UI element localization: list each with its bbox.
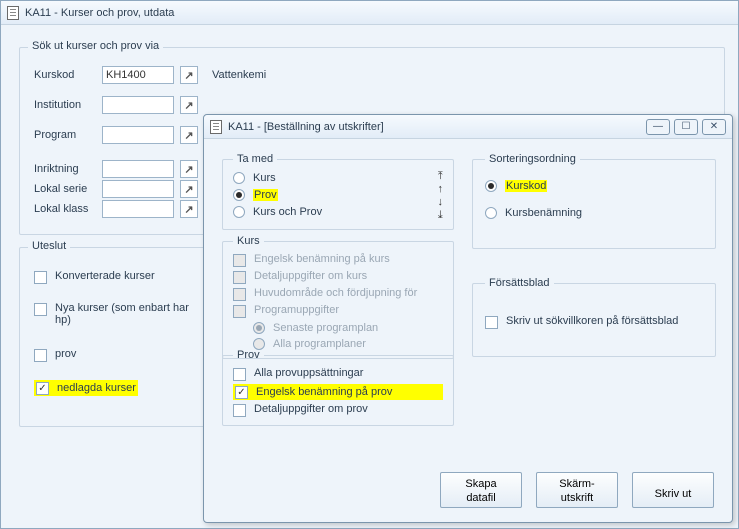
huvudomrade-checkbox xyxy=(233,288,246,301)
senaste-plan-label: Senaste programplan xyxy=(273,322,378,334)
skriv-sok-checkbox[interactable] xyxy=(485,316,498,329)
sort-fieldset: Sorteringsordning Kurskod Kursbenämning xyxy=(472,153,716,249)
inriktning-label: Inriktning xyxy=(34,163,96,175)
nedlagda-label: nedlagda kurser xyxy=(57,382,136,394)
kurskod-display: Vattenkemi xyxy=(212,69,266,81)
print-dialog: KA11 - [Beställning av utskrifter] — ☐ ✕… xyxy=(203,114,733,523)
search-group-title: Sök ut kurser och prov via xyxy=(28,40,163,52)
lokal-klass-input[interactable] xyxy=(102,200,174,218)
alla-planer-label: Alla programplaner xyxy=(273,338,366,350)
forsattsblad-legend: Försättsblad xyxy=(485,277,554,289)
institution-lookup-button[interactable]: ↗ xyxy=(180,96,198,114)
lokal-serie-label: Lokal serie xyxy=(34,183,96,195)
sort-kursben-radio[interactable] xyxy=(485,207,497,219)
lokal-serie-input[interactable] xyxy=(102,180,174,198)
program-lookup-button[interactable]: ↗ xyxy=(180,126,198,144)
exclude-group-title: Uteslut xyxy=(28,240,70,252)
kurskod-input[interactable] xyxy=(102,66,174,84)
nedlagda-checkbox[interactable]: ✓ xyxy=(36,382,49,395)
inriktning-input[interactable] xyxy=(102,160,174,178)
alla-provupps-checkbox[interactable] xyxy=(233,368,246,381)
minimize-button[interactable]: — xyxy=(646,119,670,135)
institution-label: Institution xyxy=(34,99,96,111)
maximize-button[interactable]: ☐ xyxy=(674,119,698,135)
sort-legend: Sorteringsordning xyxy=(485,153,580,165)
ta-med-kurs-och-prov-label: Kurs och Prov xyxy=(253,206,322,218)
detalj-kurs-label: Detaljuppgifter om kurs xyxy=(254,270,367,282)
ta-med-kurs-och-prov-radio[interactable] xyxy=(233,206,245,218)
institution-input[interactable] xyxy=(102,96,174,114)
reorder-controls: ⤒ ↑ ↓ ⤓ xyxy=(438,171,444,221)
ta-med-prov-radio[interactable] xyxy=(233,189,245,201)
detalj-kurs-checkbox xyxy=(233,271,246,284)
move-bottom-icon[interactable]: ⤓ xyxy=(438,210,443,221)
document-icon xyxy=(7,6,19,20)
kurskod-lookup-button[interactable]: ↗ xyxy=(180,66,198,84)
prov-checkbox[interactable] xyxy=(34,349,47,362)
nya-kurser-label: Nya kurser (som enbart har hp) xyxy=(55,302,194,326)
konverterade-label: Konverterade kurser xyxy=(55,270,155,282)
main-titlebar: KA11 - Kurser och prov, utdata xyxy=(1,1,738,25)
move-up-icon[interactable]: ↑ xyxy=(438,184,444,195)
program-label: Program xyxy=(34,129,96,141)
lokal-klass-lookup-button[interactable]: ↗ xyxy=(180,200,198,218)
senaste-plan-radio xyxy=(253,322,265,334)
huvudomrade-label: Huvudområde och fördjupning för xyxy=(254,287,417,299)
nya-kurser-checkbox[interactable] xyxy=(34,303,47,316)
inriktning-lookup-button[interactable]: ↗ xyxy=(180,160,198,178)
eng-ben-kurs-checkbox xyxy=(233,254,246,267)
exclude-groupbox: Uteslut Konverterade kurser Nya kurser (… xyxy=(19,247,211,427)
detalj-prov-checkbox[interactable] xyxy=(233,404,246,417)
lokal-serie-lookup-button[interactable]: ↗ xyxy=(180,180,198,198)
programuppgifter-checkbox xyxy=(233,305,246,318)
skarm-utskrift-button[interactable]: Skärm- utskrift xyxy=(536,472,618,508)
dialog-titlebar: KA11 - [Beställning av utskrifter] — ☐ ✕ xyxy=(204,115,732,139)
move-down-icon[interactable]: ↓ xyxy=(438,197,444,208)
ta-med-legend: Ta med xyxy=(233,153,277,165)
sort-kurskod-label: Kurskod xyxy=(505,180,547,192)
ta-med-prov-label: Prov xyxy=(253,189,278,201)
move-top-icon[interactable]: ⤒ xyxy=(438,171,443,182)
sort-kursben-label: Kursbenämning xyxy=(505,207,582,219)
lokal-klass-label: Lokal klass xyxy=(34,203,96,215)
main-title: KA11 - Kurser och prov, utdata xyxy=(25,7,174,19)
program-input[interactable] xyxy=(102,126,174,144)
ta-med-kurs-radio[interactable] xyxy=(233,172,245,184)
skriv-ut-button[interactable]: Skriv ut xyxy=(632,472,714,508)
skriv-sok-label: Skriv ut sökvillkoren på försättsblad xyxy=(506,315,678,327)
programuppgifter-label: Programuppgifter xyxy=(254,304,339,316)
prov-legend: Prov xyxy=(233,349,264,361)
konverterade-checkbox[interactable] xyxy=(34,271,47,284)
sort-kurskod-radio[interactable] xyxy=(485,180,497,192)
ta-med-kurs-label: Kurs xyxy=(253,172,276,184)
skapa-datafil-button[interactable]: Skapa datafil xyxy=(440,472,522,508)
eng-ben-kurs-label: Engelsk benämning på kurs xyxy=(254,253,390,265)
prov-fieldset: Prov Alla provuppsättningar ✓ Engelsk be… xyxy=(222,349,454,426)
eng-ben-prov-checkbox[interactable]: ✓ xyxy=(235,386,248,399)
kurs-legend: Kurs xyxy=(233,235,264,247)
kurskod-label: Kurskod xyxy=(34,69,96,81)
forsattsblad-fieldset: Försättsblad Skriv ut sökvillkoren på fö… xyxy=(472,277,716,357)
prov-label: prov xyxy=(55,348,76,360)
detalj-prov-label: Detaljuppgifter om prov xyxy=(254,403,368,415)
ta-med-fieldset: Ta med Kurs Prov Kurs och Prov ⤒ ↑ ↓ ⤓ xyxy=(222,153,454,230)
dialog-title: KA11 - [Beställning av utskrifter] xyxy=(228,121,384,133)
kurs-fieldset: Kurs Engelsk benämning på kurs Detaljupp… xyxy=(222,235,454,359)
alla-provupps-label: Alla provuppsättningar xyxy=(254,367,363,379)
document-icon xyxy=(210,120,222,134)
eng-ben-prov-label: Engelsk benämning på prov xyxy=(256,386,392,398)
close-button[interactable]: ✕ xyxy=(702,119,726,135)
